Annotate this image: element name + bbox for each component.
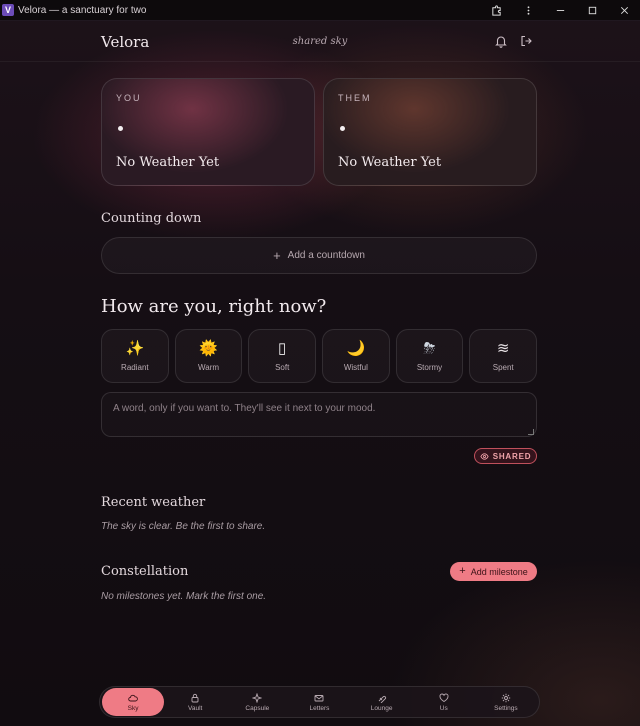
moon-icon: 🌙 — [346, 339, 366, 357]
visibility-toggle-button[interactable]: SHARED — [474, 448, 537, 464]
mood-option-label: Radiant — [121, 362, 149, 372]
mood-option-label: Stormy — [416, 362, 443, 372]
nav-label: Settings — [494, 704, 518, 712]
mood-option-stormy[interactable]: ⛈ Stormy — [395, 329, 464, 383]
constellation-title: Constellation — [101, 564, 189, 579]
soft-icon: ▯ — [278, 339, 287, 357]
mood-option-label: Soft — [275, 362, 290, 372]
waves-icon: ≋ — [496, 339, 510, 357]
window-titlebar: V Velora — a sanctuary for two — [0, 0, 640, 21]
add-countdown-button[interactable]: + Add a countdown — [101, 237, 537, 274]
mood-options: ✨ Radiant 🌞 Warm ▯ Soft 🌙 Wistful ⛈ Stor… — [101, 329, 538, 383]
nav-label: Vault — [188, 704, 203, 712]
nav-label: Sky — [127, 704, 139, 712]
resize-grip[interactable] — [528, 429, 534, 435]
logout-icon[interactable] — [519, 34, 533, 48]
weather-card-status: No Weather Yet — [338, 155, 442, 170]
minimize-icon[interactable] — [544, 0, 576, 21]
window-title: Velora — a sanctuary for two — [18, 4, 147, 16]
lounge-icon — [378, 695, 386, 703]
add-countdown-label: Add a countdown — [287, 250, 365, 261]
eye-icon — [480, 452, 489, 460]
heart-icon — [439, 693, 449, 702]
add-milestone-button[interactable]: + Add milestone — [450, 562, 537, 581]
mood-option-label: Spent — [492, 362, 514, 372]
nav-item-capsule[interactable]: Capsule — [226, 688, 288, 716]
nav-label: Letters — [309, 704, 330, 712]
mood-option-warm[interactable]: 🌞 Warm — [174, 329, 243, 383]
nav-item-us[interactable]: Us — [413, 688, 475, 716]
bell-icon[interactable] — [494, 34, 508, 48]
weather-card-you[interactable]: YOU No Weather Yet — [101, 78, 315, 186]
mood-option-radiant[interactable]: ✨ Radiant — [101, 329, 169, 383]
mood-note-input[interactable] — [101, 392, 537, 437]
weather-indicator-dot — [118, 126, 123, 131]
close-icon[interactable] — [608, 0, 640, 21]
nav-item-letters[interactable]: Letters — [288, 688, 350, 716]
mood-section-title: How are you, right now? — [101, 296, 327, 317]
storm-cloud-icon: ⛈ — [423, 339, 436, 357]
constellation-empty: No milestones yet. Mark the first one. — [101, 591, 267, 602]
plus-icon: + — [273, 248, 281, 263]
add-milestone-label: Add milestone — [470, 566, 528, 577]
nav-item-settings[interactable]: Settings — [475, 688, 537, 716]
cloud-icon — [128, 694, 138, 701]
plus-icon: + — [459, 565, 466, 577]
recent-weather-title: Recent weather — [101, 495, 206, 510]
visibility-label: SHARED — [492, 451, 532, 461]
weather-card-them[interactable]: THEM No Weather Yet — [323, 78, 537, 186]
sparkle-icon — [252, 692, 263, 703]
mood-option-label: Wistful — [343, 362, 368, 372]
nav-item-sky[interactable]: Sky — [102, 688, 165, 716]
mood-option-spent[interactable]: ≋ Spent — [469, 329, 538, 383]
nav-item-vault[interactable]: Vault — [164, 688, 226, 716]
bottom-nav: Sky Vault Capsule Letters Lounge Us Sett… — [99, 686, 540, 718]
sun-icon: 🌞 — [199, 339, 218, 357]
weather-card-label: THEM — [338, 93, 372, 103]
more-menu-icon[interactable] — [512, 0, 544, 21]
header-subtitle: shared sky — [292, 36, 348, 47]
envelope-icon — [315, 694, 324, 701]
mood-option-soft[interactable]: ▯ Soft — [248, 329, 317, 383]
gear-icon — [501, 693, 511, 702]
sparkles-icon: ✨ — [125, 339, 145, 357]
nav-item-lounge[interactable]: Lounge — [351, 688, 413, 716]
app-header: Velora shared sky — [0, 22, 640, 62]
mood-option-label: Warm — [197, 362, 220, 372]
weather-indicator-dot — [340, 126, 345, 131]
app-icon: V — [2, 4, 14, 16]
extensions-icon[interactable] — [480, 0, 512, 21]
nav-label: Capsule — [245, 704, 270, 712]
nav-label: Us — [439, 704, 448, 712]
maximize-icon[interactable] — [576, 0, 608, 21]
countdown-section-title: Counting down — [101, 211, 202, 226]
weather-card-status: No Weather Yet — [116, 155, 220, 170]
lock-icon — [191, 693, 199, 702]
mood-option-wistful[interactable]: 🌙 Wistful — [322, 329, 390, 383]
nav-label: Lounge — [370, 704, 393, 712]
weather-card-label: YOU — [116, 93, 142, 103]
recent-weather-empty: The sky is clear. Be the first to share. — [101, 521, 266, 532]
